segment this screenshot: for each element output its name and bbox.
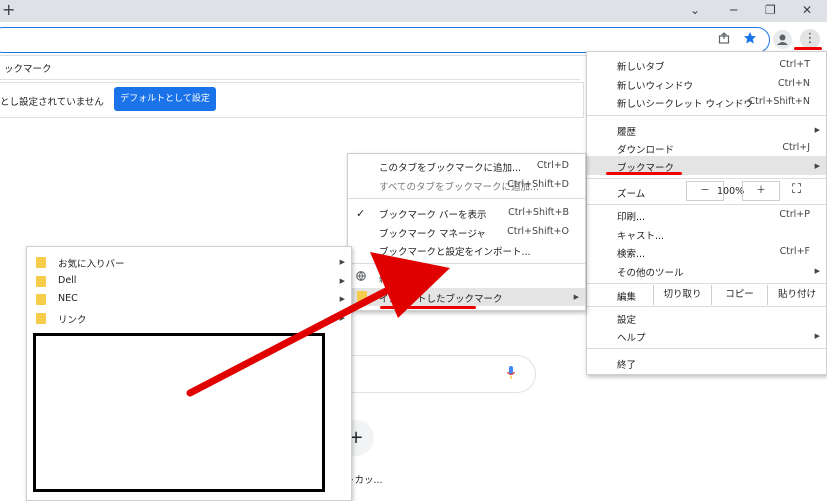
separator <box>587 306 826 307</box>
new-bookmark-item[interactable]: 新しい <box>379 271 408 285</box>
menu-find[interactable]: 検索... <box>617 246 645 260</box>
redaction-box <box>33 333 325 492</box>
folder-icon <box>357 291 367 302</box>
chevron-right-icon: ▶ <box>814 267 820 275</box>
separator <box>587 178 826 179</box>
set-default-button[interactable]: デフォルトとして設定 <box>114 87 216 111</box>
shortcut-downloads: Ctrl+J <box>782 142 810 153</box>
globe-icon <box>356 271 366 284</box>
annotation-underline-bookmarks <box>606 172 682 175</box>
address-bar[interactable] <box>0 27 770 53</box>
menu-edit: 編集 <box>617 292 637 303</box>
copy-button[interactable]: コピー <box>711 285 767 305</box>
menu-downloads[interactable]: ダウンロード <box>617 142 674 156</box>
share-icon[interactable] <box>718 32 730 47</box>
import-bookmarks[interactable]: ブックマークと設定をインポート... <box>379 244 531 258</box>
folder-icon <box>36 257 46 268</box>
annotation-underline-imported <box>380 306 476 309</box>
separator <box>587 348 826 349</box>
check-icon: ✓ <box>356 207 366 220</box>
zoom-in-button[interactable]: ＋ <box>742 181 780 201</box>
bookmark-this-tab[interactable]: このタブをブックマークに追加... <box>379 160 521 174</box>
minimize-button[interactable]: ─ <box>730 3 737 17</box>
menu-icon[interactable]: ⋮ <box>800 29 820 49</box>
paste-button[interactable]: 貼り付け <box>767 285 826 305</box>
menu-new-window[interactable]: 新しいウィンドウ <box>617 78 693 92</box>
chevron-right-icon: ▶ <box>814 126 820 134</box>
separator <box>587 204 826 205</box>
shortcut-find: Ctrl+F <box>779 246 810 257</box>
cut-button[interactable]: 切り取り <box>653 285 711 305</box>
chevron-right-icon: ▶ <box>814 162 820 170</box>
not-default-text: とし設定されていません <box>0 97 104 108</box>
menu-help[interactable]: ヘルプ <box>617 330 646 344</box>
menu-print[interactable]: 印刷... <box>617 209 645 223</box>
mic-icon[interactable] <box>506 365 516 385</box>
maximize-button[interactable]: ❐ <box>765 3 776 17</box>
menu-exit[interactable]: 終了 <box>617 357 636 371</box>
folder-icon <box>36 276 46 287</box>
shortcut-print: Ctrl+P <box>779 209 810 220</box>
separator <box>348 263 585 264</box>
chevron-right-icon: ▶ <box>573 293 579 301</box>
folder-icon <box>36 294 46 305</box>
shortcut-manager: Ctrl+Shift+O <box>507 226 569 237</box>
menu-more-tools[interactable]: その他のツール <box>617 265 684 279</box>
menu-new-incognito[interactable]: 新しいシークレット ウィンドウ <box>617 96 753 110</box>
chrome-main-menu: 新しいタブ Ctrl+T 新しいウィンドウ Ctrl+N 新しいシークレット ウ… <box>586 51 827 375</box>
shortcut-show-bar: Ctrl+Shift+B <box>508 207 569 218</box>
menu-zoom: ズーム <box>617 189 646 200</box>
annotation-underline-menu <box>794 47 822 50</box>
imported-bookmarks[interactable]: インポートしたブックマーク <box>379 291 503 305</box>
new-tab-button[interactable]: + <box>2 0 15 20</box>
bookmark-submenu: このタブをブックマークに追加... Ctrl+D すべてのタブをブックマークに追… <box>347 153 586 311</box>
star-icon[interactable] <box>743 31 757 48</box>
bookmark-folder-nec[interactable]: NEC <box>58 293 78 304</box>
show-bookmark-bar[interactable]: ブックマーク バーを表示 <box>379 207 487 221</box>
close-button[interactable]: ✕ <box>802 3 812 17</box>
tab-search-icon[interactable]: ⌄ <box>690 3 700 17</box>
chevron-right-icon: ▶ <box>814 332 820 340</box>
separator <box>587 283 826 284</box>
zoom-level: 100% <box>717 186 745 197</box>
shortcut-new-tab: Ctrl+T <box>779 59 810 70</box>
shortcut-new-window: Ctrl+N <box>778 78 810 89</box>
title-bar <box>0 0 827 22</box>
chevron-right-icon: ▶ <box>339 258 345 266</box>
bookmark-settings-row: ックマーク <box>0 58 580 80</box>
menu-settings[interactable]: 設定 <box>617 312 636 326</box>
separator <box>587 115 826 116</box>
menu-history[interactable]: 履歴 <box>617 124 636 138</box>
folder-icon <box>36 313 46 324</box>
shortcut-bookmark-all: Ctrl+Shift+D <box>507 179 569 190</box>
menu-cast[interactable]: キャスト... <box>617 228 664 242</box>
bookmark-folder-links[interactable]: リンク <box>58 312 87 326</box>
bookmark-folder-dell[interactable]: Dell <box>58 275 76 286</box>
bookmark-manager[interactable]: ブックマーク マネージャ <box>379 226 486 240</box>
chevron-right-icon: ▶ <box>339 277 345 285</box>
chevron-right-icon: ▶ <box>339 314 345 322</box>
fullscreen-icon[interactable]: ⛶ <box>792 182 801 197</box>
bookmark-folder-favorites[interactable]: お気に入りバー <box>58 256 125 270</box>
chevron-right-icon: ▶ <box>339 295 345 303</box>
profile-icon[interactable] <box>773 30 792 49</box>
shortcut-new-incognito: Ctrl+Shift+N <box>748 96 810 107</box>
edit-row: 編集 切り取り コピー 貼り付け <box>587 285 826 305</box>
menu-new-tab[interactable]: 新しいタブ <box>617 59 665 73</box>
separator <box>348 198 585 199</box>
shortcut-bookmark-tab: Ctrl+D <box>536 160 569 171</box>
